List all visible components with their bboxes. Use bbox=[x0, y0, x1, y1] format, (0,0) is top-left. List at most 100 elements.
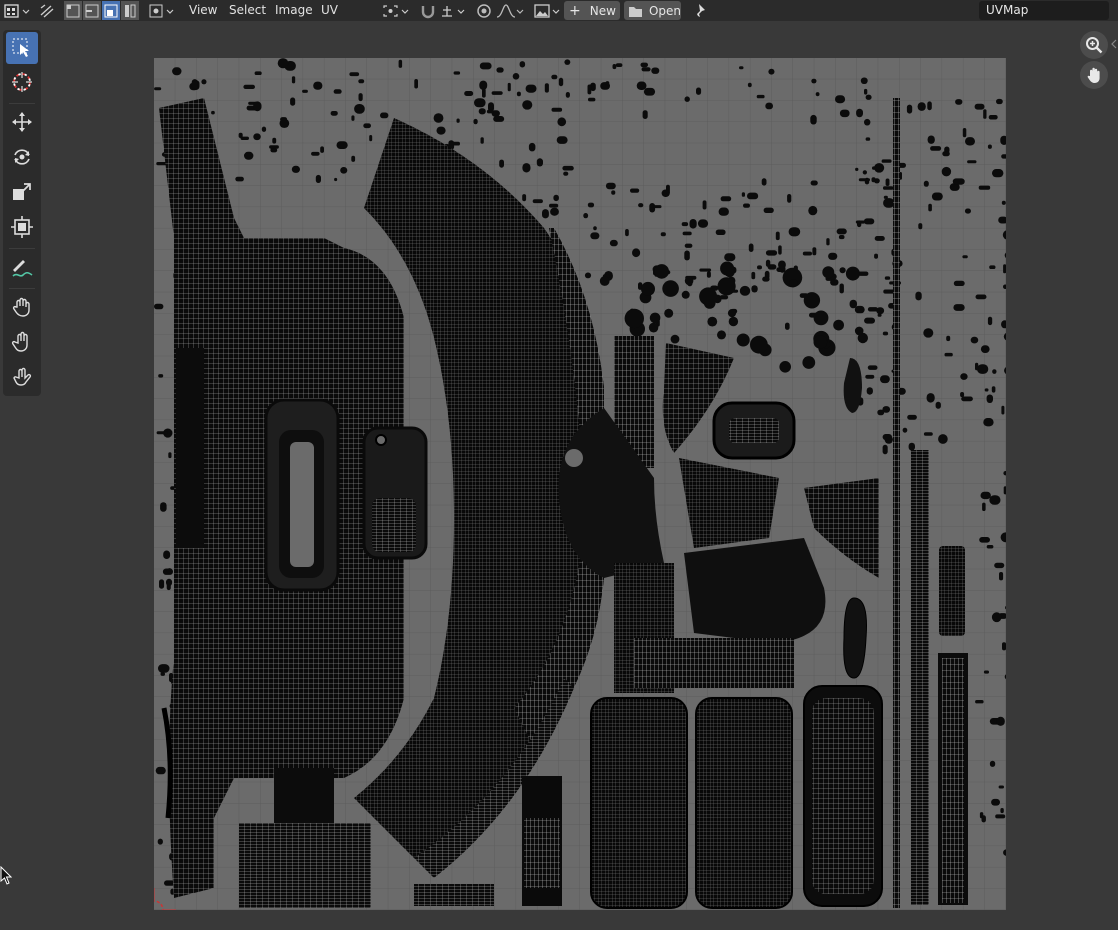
uv-small-island bbox=[802, 251, 812, 256]
uv-small-island bbox=[243, 84, 255, 89]
uv-small-island bbox=[979, 537, 990, 543]
uv-small-island bbox=[857, 220, 862, 228]
rotate-tool[interactable] bbox=[6, 141, 38, 173]
uv-small-island bbox=[778, 260, 786, 270]
island-select-mode[interactable] bbox=[121, 1, 139, 20]
uv-small-island bbox=[491, 91, 503, 95]
uv-small-island bbox=[751, 285, 758, 293]
cursor-tool[interactable] bbox=[6, 66, 38, 98]
sync-selection-toggle[interactable] bbox=[36, 1, 58, 20]
uv-small-island bbox=[433, 113, 444, 123]
pan-button[interactable] bbox=[1080, 61, 1108, 89]
uv-small-island bbox=[739, 66, 744, 70]
new-image-button[interactable]: + New bbox=[564, 1, 620, 20]
uv-small-island bbox=[456, 118, 460, 123]
uv-small-island bbox=[499, 159, 504, 168]
uv-small-island bbox=[883, 198, 895, 208]
select-box-tool[interactable] bbox=[6, 32, 38, 64]
uv-small-island bbox=[962, 128, 967, 138]
uv-small-island bbox=[765, 250, 778, 256]
pinch-tool[interactable] bbox=[6, 361, 38, 393]
uv-small-island bbox=[302, 89, 308, 93]
image-browse-dropdown[interactable] bbox=[533, 1, 563, 20]
uv-island-blob bbox=[684, 538, 826, 643]
uv-small-island bbox=[967, 160, 977, 164]
plus-icon: + bbox=[569, 2, 581, 19]
uv-small-island bbox=[605, 182, 616, 190]
editor-header: View Select Image UV + New Open UVMap bbox=[0, 0, 1118, 21]
face-select-mode[interactable] bbox=[102, 1, 120, 20]
edge-select-mode[interactable] bbox=[83, 1, 101, 20]
uv-small-island bbox=[681, 222, 689, 227]
uv-small-island bbox=[989, 760, 996, 767]
uv-small-island bbox=[612, 64, 617, 70]
uv-small-island bbox=[923, 180, 929, 187]
menu-uv[interactable]: UV bbox=[317, 2, 342, 19]
uv-small-island bbox=[908, 442, 915, 451]
menu-view[interactable]: View bbox=[185, 2, 221, 19]
uv-small-island bbox=[992, 169, 1004, 178]
uv-small-island bbox=[923, 328, 934, 338]
uv-round-island bbox=[707, 316, 718, 327]
uv-small-island bbox=[349, 72, 360, 77]
sync-icon bbox=[40, 3, 54, 18]
uv-round-island bbox=[649, 312, 661, 324]
menu-image[interactable]: Image bbox=[271, 2, 317, 19]
uv-small-island bbox=[849, 299, 857, 309]
uv-small-island bbox=[696, 87, 702, 95]
uv-round-island bbox=[684, 276, 694, 286]
uv-small-island bbox=[862, 170, 867, 175]
uv-small-island bbox=[882, 434, 892, 441]
grab-tool[interactable] bbox=[6, 291, 38, 323]
uv-small-island bbox=[927, 101, 932, 111]
zoom-button[interactable] bbox=[1080, 31, 1108, 59]
uv-small-island bbox=[871, 177, 876, 183]
uv-small-island bbox=[811, 78, 817, 84]
uv-small-island bbox=[983, 670, 989, 674]
uv-small-island bbox=[775, 231, 780, 241]
proportional-falloff-toggle[interactable] bbox=[474, 1, 494, 20]
uv-small-island bbox=[788, 227, 801, 237]
move-tool[interactable] bbox=[6, 106, 38, 138]
uv-small-island bbox=[930, 146, 942, 151]
uv-small-island bbox=[562, 165, 574, 171]
uv-small-island bbox=[615, 63, 623, 67]
uv-small-island bbox=[747, 82, 752, 88]
menu-select[interactable]: Select bbox=[225, 2, 270, 19]
uv-small-island bbox=[479, 62, 492, 70]
uv-small-island bbox=[351, 155, 356, 162]
uv-small-island bbox=[970, 336, 979, 344]
uv-small-island bbox=[839, 109, 850, 118]
uv-small-island bbox=[826, 238, 830, 246]
uv-small-island bbox=[977, 364, 989, 374]
sticky-selection-dropdown[interactable] bbox=[148, 1, 176, 20]
uv-editor-canvas[interactable] bbox=[154, 58, 1006, 910]
snap-target-dropdown[interactable] bbox=[440, 1, 468, 20]
uv-small-island bbox=[611, 190, 616, 195]
uv-small-island bbox=[630, 188, 640, 193]
open-image-button[interactable]: Open bbox=[624, 1, 681, 20]
uv-small-island bbox=[918, 223, 923, 230]
transform-tool[interactable] bbox=[6, 211, 38, 243]
vertex-select-mode[interactable] bbox=[64, 1, 82, 20]
uv-round-island bbox=[803, 292, 821, 309]
uv-small-island bbox=[336, 141, 348, 149]
editor-type-button[interactable] bbox=[2, 1, 32, 20]
uv-small-island bbox=[927, 135, 935, 144]
uv-map-selector[interactable]: UVMap bbox=[979, 1, 1109, 20]
uv-small-island bbox=[351, 115, 355, 121]
annotate-tool[interactable] bbox=[6, 252, 38, 284]
pin-image-toggle[interactable] bbox=[688, 1, 708, 20]
uv-small-island bbox=[863, 218, 875, 225]
vertex-mode-icon bbox=[66, 4, 80, 17]
falloff-type-dropdown[interactable] bbox=[495, 1, 525, 20]
pivot-point-dropdown[interactable] bbox=[381, 1, 411, 20]
uv-small-island bbox=[867, 365, 878, 370]
sidebar-toggle-icon[interactable] bbox=[1109, 38, 1118, 50]
proportional-edit-toggle[interactable] bbox=[418, 1, 438, 20]
uv-small-island bbox=[960, 392, 965, 398]
uv-small-island bbox=[765, 259, 771, 267]
relax-tool[interactable] bbox=[6, 326, 38, 358]
uv-round-island bbox=[750, 335, 768, 354]
scale-tool[interactable] bbox=[6, 176, 38, 208]
